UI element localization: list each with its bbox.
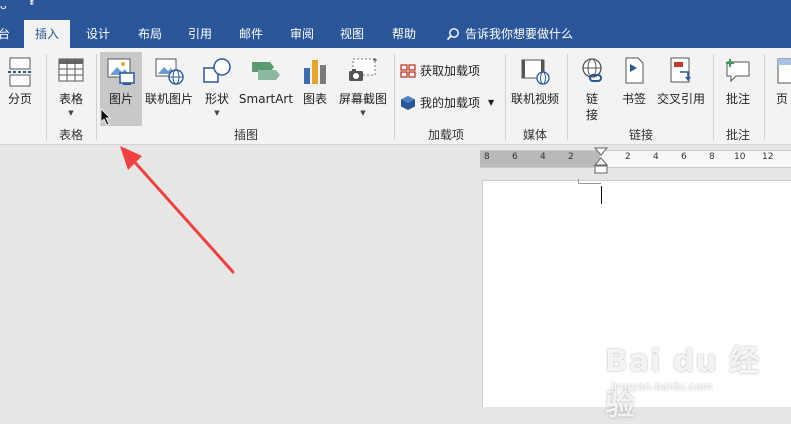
mouse-pointer-icon [100,108,111,126]
watermark-url: jingyan.baidu.com [611,380,713,393]
watermark: Bai du 经验 jingyan.baidu.com [597,324,787,423]
